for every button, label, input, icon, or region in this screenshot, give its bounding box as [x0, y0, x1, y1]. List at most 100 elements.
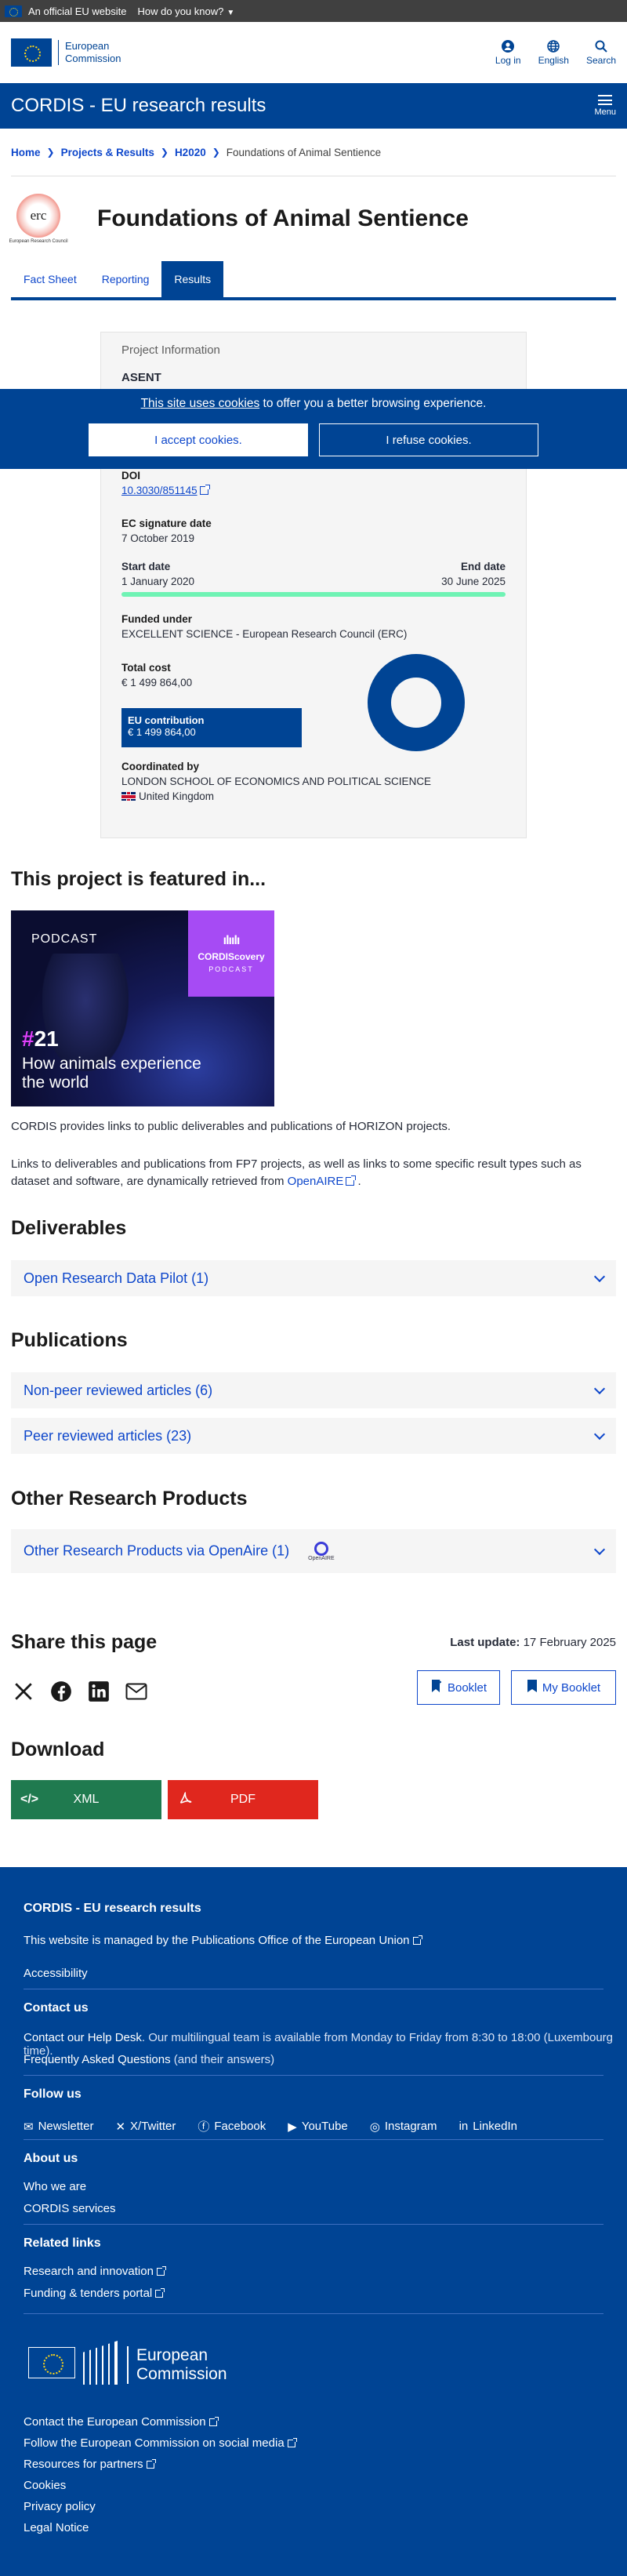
menu-button[interactable]: Menu — [594, 95, 616, 117]
openaire-link[interactable]: OpenAIRE — [288, 1175, 344, 1188]
publications-office-link[interactable]: Publications Office of the European Unio… — [191, 1934, 409, 1947]
search-button[interactable]: Search — [586, 40, 616, 66]
uk-flag-icon — [121, 792, 136, 801]
footer-newsletter-link[interactable]: ✉ Newsletter — [24, 2118, 93, 2135]
linkedin-icon[interactable] — [86, 1679, 111, 1704]
footer-accessibility-link[interactable]: Accessibility — [24, 1967, 88, 1980]
facebook-icon: ⓕ — [198, 2120, 210, 2134]
accordion-peer-reviewed[interactable]: Peer reviewed articles (23) — [11, 1418, 616, 1454]
user-icon — [502, 39, 515, 53]
footer-funding-link[interactable]: Funding & tenders portal — [24, 2287, 165, 2300]
external-link-icon — [146, 2459, 156, 2469]
breadcrumb-projects[interactable]: Projects & Results — [61, 147, 154, 158]
end-date-label: End date — [460, 561, 506, 572]
breadcrumb-home[interactable]: Home — [11, 147, 41, 158]
publications-heading: Publications — [11, 1329, 128, 1351]
footer-twitter-link[interactable]: ✕ X/Twitter — [115, 2118, 176, 2135]
official-text: An official EU website — [28, 5, 127, 17]
ec-footer-logo[interactable]: European Commission — [24, 2338, 227, 2393]
cookie-policy-link[interactable]: This site uses cookies — [141, 397, 260, 410]
podcast-card[interactable]: PODCAST ılıılı CORDIScovery PODCAST #21 … — [11, 910, 274, 1106]
end-date-value: 30 June 2025 — [441, 576, 506, 587]
footer-contact-ec-link[interactable]: Contact the European Commission — [24, 2415, 219, 2429]
start-date-label: Start date — [121, 561, 171, 572]
chevron-right-icon: ❯ — [160, 147, 169, 158]
faq-link[interactable]: Frequently Asked Questions — [24, 2053, 171, 2066]
footer-youtube-link[interactable]: ▶ YouTube — [288, 2118, 348, 2135]
episode-number: #21 — [22, 1026, 59, 1051]
footer-instagram-link[interactable]: ◎ Instagram — [370, 2118, 437, 2135]
footer-faq: Frequently Asked Questions (and their an… — [24, 2053, 275, 2066]
footer-privacy-link[interactable]: Privacy policy — [24, 2500, 96, 2513]
tab-reporting[interactable]: Reporting — [89, 261, 162, 297]
ec-logo[interactable]: European Commission — [11, 38, 121, 67]
hamburger-icon — [598, 95, 613, 105]
how-do-you-know-toggle[interactable]: How do you know? ▼ — [138, 5, 235, 17]
pdf-icon — [179, 1791, 193, 1809]
helpdesk-link[interactable]: Contact our Help Desk — [24, 2031, 142, 2044]
openaire-note: Links to deliverables and publications f… — [11, 1157, 582, 1188]
openaire-ring-icon — [314, 1541, 328, 1556]
footer-services-link[interactable]: CORDIS services — [24, 2202, 116, 2215]
chevron-down-icon: ▼ — [227, 8, 235, 17]
chevron-down-icon — [593, 1543, 606, 1555]
footer-follow-ec-link[interactable]: Follow the European Commission on social… — [24, 2436, 297, 2450]
footer-legal-link[interactable]: Legal Notice — [24, 2521, 89, 2534]
footer-research-link[interactable]: Research and innovation — [24, 2265, 166, 2278]
language-button[interactable]: English — [538, 39, 569, 66]
eu-flag-icon — [24, 2338, 118, 2393]
start-date-value: 1 January 2020 — [121, 576, 195, 587]
accordion-non-peer-reviewed[interactable]: Non-peer reviewed articles (6) — [11, 1372, 616, 1408]
coordinator-field: Coordinated by LONDON SCHOOL OF ECONOMIC… — [121, 761, 432, 802]
footer-partners-link[interactable]: Resources for partners — [24, 2458, 156, 2471]
footer-divider — [24, 2313, 603, 2314]
footer-cookies-link[interactable]: Cookies — [24, 2479, 66, 2492]
eu-flag-icon — [5, 5, 22, 17]
accordion-open-research-data[interactable]: Open Research Data Pilot (1) — [11, 1260, 616, 1296]
globe-icon — [547, 39, 560, 53]
youtube-icon: ▶ — [288, 2120, 297, 2134]
footer-who-we-are-link[interactable]: Who we are — [24, 2180, 86, 2193]
footer-social-links: ✉ Newsletter ✕ X/Twitter ⓕ Facebook ▶ YouTub… — [24, 2118, 517, 2135]
ec-logo-line2: Commission — [65, 53, 121, 64]
external-link-icon — [208, 2417, 219, 2426]
chevron-right-icon: ❯ — [212, 147, 220, 158]
my-booklet-button[interactable]: My Booklet — [511, 1670, 616, 1705]
accordion-other-products[interactable]: Other Research Products via OpenAire (1)… — [11, 1529, 616, 1573]
breadcrumb-current: Foundations of Animal Sentience — [226, 146, 382, 158]
breadcrumb-programme[interactable]: H2020 — [175, 147, 206, 158]
eu-flag-icon — [11, 38, 52, 67]
chevron-right-icon: ❯ — [46, 147, 55, 158]
booklet-button[interactable]: Booklet — [417, 1670, 500, 1705]
animal-silhouette-image — [42, 954, 129, 1071]
doi-link[interactable]: 10.3030/851145 — [121, 485, 198, 496]
card-title: Project Information — [121, 343, 220, 357]
tab-fact-sheet[interactable]: Fact Sheet — [11, 261, 89, 297]
facebook-icon[interactable] — [49, 1679, 74, 1704]
x-twitter-icon[interactable] — [11, 1679, 36, 1704]
page-title: Foundations of Animal Sentience — [97, 205, 469, 231]
deliverables-heading: Deliverables — [11, 1217, 127, 1239]
accept-cookies-button[interactable]: I accept cookies. — [89, 423, 308, 456]
external-link-icon — [199, 485, 210, 495]
footer-divider — [24, 2075, 603, 2076]
footer-facebook-link[interactable]: ⓕ Facebook — [198, 2118, 266, 2135]
download-pdf-button[interactable]: PDF — [168, 1780, 318, 1819]
tab-results[interactable]: Results — [161, 261, 224, 297]
breadcrumb: Home ❯ Projects & Results ❯ H2020 ❯ Foun… — [0, 129, 627, 176]
featured-heading: This project is featured in... — [11, 868, 266, 890]
footer-linkedin-link[interactable]: in LinkedIn — [459, 2118, 517, 2135]
footer-title[interactable]: CORDIS - EU research results — [24, 1902, 201, 1916]
email-icon[interactable] — [124, 1679, 149, 1704]
project-acronym: ASENT — [121, 371, 161, 384]
site-title[interactable]: CORDIS - EU research results — [11, 95, 266, 117]
ec-signature-field: EC signature date 7 October 2019 — [121, 518, 212, 544]
refuse-cookies-button[interactable]: I refuse cookies. — [319, 423, 538, 456]
horizon-note: CORDIS provides links to public delivera… — [11, 1120, 451, 1133]
ec-header: European Commission Log in English Searc… — [0, 22, 627, 83]
download-xml-button[interactable]: </> XML — [11, 1780, 161, 1819]
contribution-donut-chart — [368, 654, 465, 751]
login-button[interactable]: Log in — [495, 39, 521, 66]
cookie-banner: This site uses cookies to offer you a be… — [0, 389, 627, 469]
footer-divider — [24, 2224, 603, 2225]
